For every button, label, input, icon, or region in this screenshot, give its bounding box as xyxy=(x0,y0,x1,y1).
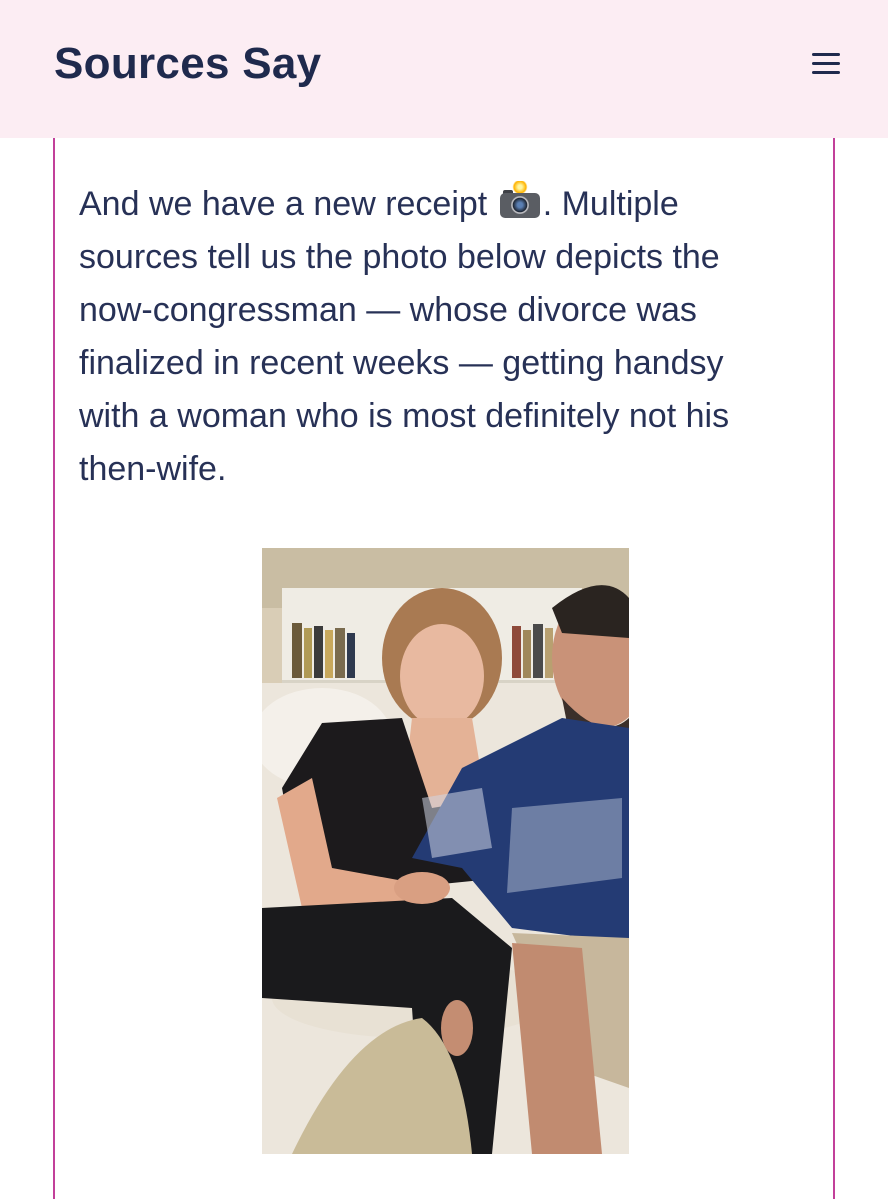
site-title[interactable]: Sources Say xyxy=(54,36,321,92)
menu-line xyxy=(812,53,840,56)
site-header: Sources Say xyxy=(0,0,888,138)
photo-image xyxy=(262,548,629,1154)
paragraph-text-start: And we have a new receipt xyxy=(79,185,497,223)
menu-line xyxy=(812,71,840,74)
camera-with-flash-icon xyxy=(499,181,541,219)
article-photo xyxy=(262,548,629,1154)
hamburger-menu-icon[interactable] xyxy=(806,46,846,82)
menu-line xyxy=(812,62,840,65)
paragraph-text-end: . Multiple sources tell us the photo bel… xyxy=(79,185,730,488)
article-paragraph: And we have a new receipt . Multiple sou… xyxy=(79,178,779,496)
article-content: And we have a new receipt . Multiple sou… xyxy=(53,138,835,1199)
